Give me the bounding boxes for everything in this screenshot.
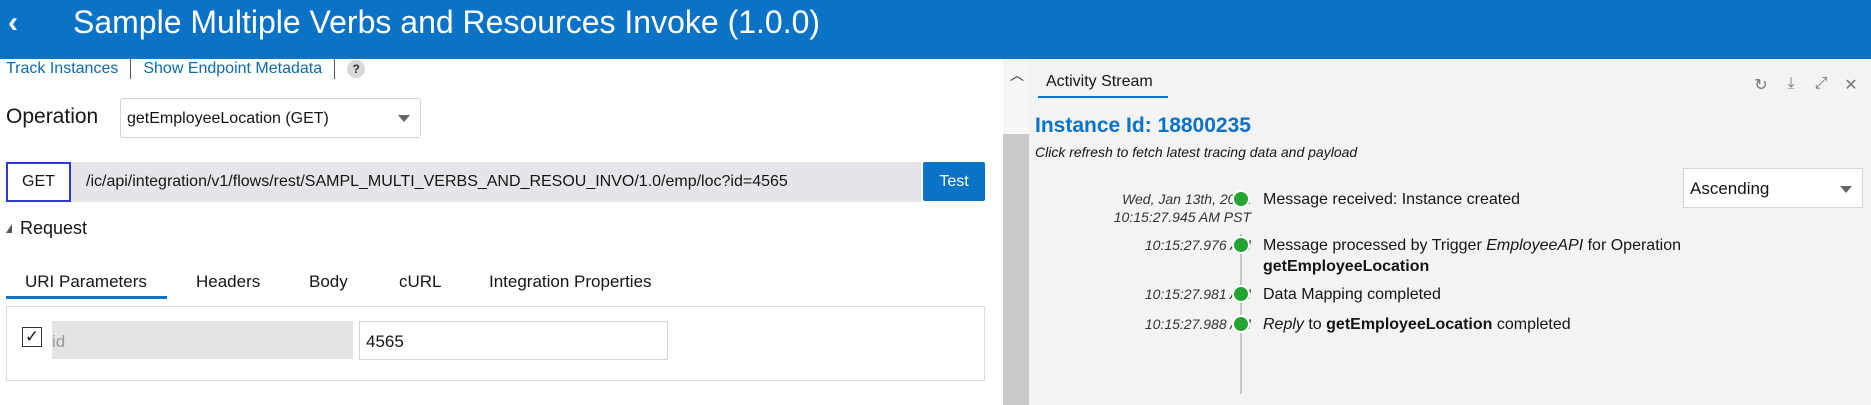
request-url: /ic/api/integration/v1/flows/rest/SAMPL_… xyxy=(86,173,788,190)
tab-activity-stream[interactable]: Activity Stream xyxy=(1046,73,1153,91)
refresh-icon[interactable]: ↻ xyxy=(1751,75,1771,95)
param-checkbox[interactable]: ✓ xyxy=(22,327,42,347)
scrollbar[interactable] xyxy=(1003,134,1029,405)
status-dot-icon xyxy=(1232,285,1250,303)
http-method-button[interactable]: GET xyxy=(6,162,71,202)
tab-integration-properties[interactable]: Integration Properties xyxy=(489,272,652,292)
chevron-left-icon[interactable]: ‹ xyxy=(8,8,28,38)
active-tab-indicator xyxy=(6,296,167,299)
link-bar: Track Instances Show Endpoint Metadata ? xyxy=(6,59,366,79)
chevron-up-icon[interactable]: ︿ xyxy=(1010,65,1024,85)
status-dot-icon xyxy=(1232,190,1250,208)
status-dot-icon xyxy=(1232,236,1250,254)
event-message: Message received: Instance created xyxy=(1263,191,1521,208)
param-name-field: id xyxy=(52,321,353,359)
panel-splitter[interactable]: ︿ xyxy=(1003,59,1029,405)
chevron-down-icon xyxy=(1840,186,1852,193)
request-url-bar: GET /ic/api/integration/v1/flows/rest/SA… xyxy=(6,162,921,202)
sort-selected-value: Ascending xyxy=(1690,179,1770,198)
activity-stream-panel: Activity Stream ↻ ⤓ ⤢ ✕ Instance Id: 188… xyxy=(1029,59,1871,405)
page-header: ‹ Sample Multiple Verbs and Resources In… xyxy=(0,0,1871,59)
status-dot-icon xyxy=(1232,315,1250,333)
tab-headers[interactable]: Headers xyxy=(196,272,260,292)
event-timestamp: Wed, Jan 13th, 2021 10:15:27.945 AM PST xyxy=(1113,191,1251,225)
close-icon[interactable]: ✕ xyxy=(1841,75,1861,95)
request-section-toggle[interactable]: Request xyxy=(6,218,87,239)
operation-selected-value: getEmployeeLocation (GET) xyxy=(127,110,329,127)
help-icon[interactable]: ? xyxy=(347,60,366,78)
instance-title: Instance Id: 18800235 xyxy=(1035,114,1251,137)
tab-uri-parameters[interactable]: URI Parameters xyxy=(25,272,147,292)
operation-select[interactable]: getEmployeeLocation (GET) xyxy=(120,98,421,138)
timeline-line xyxy=(1240,234,1242,394)
download-icon[interactable]: ⤓ xyxy=(1781,75,1801,95)
operation-label: Operation xyxy=(6,105,99,128)
collapse-triangle-icon xyxy=(6,224,12,233)
param-value-field[interactable]: 4565 xyxy=(359,321,668,360)
link-divider xyxy=(334,59,336,79)
request-section-label: Request xyxy=(20,218,88,238)
sort-order-select[interactable]: Ascending xyxy=(1683,168,1863,208)
request-tabs: URI Parameters Headers Body cURL Integra… xyxy=(6,266,986,299)
active-tab-indicator xyxy=(1038,96,1168,98)
event-message: Message processed by Trigger EmployeeAPI… xyxy=(1263,237,1681,275)
link-divider xyxy=(130,59,132,79)
chevron-down-icon xyxy=(398,115,410,122)
event-message: Reply to getEmployeeLocation completed xyxy=(1263,316,1571,333)
uri-parameters-table: ✓ id 4565 xyxy=(6,306,985,381)
page-title: Sample Multiple Verbs and Resources Invo… xyxy=(73,4,821,40)
tab-body[interactable]: Body xyxy=(309,272,348,292)
tab-curl[interactable]: cURL xyxy=(399,272,442,292)
test-button[interactable]: Test xyxy=(923,162,985,201)
activity-toolbar: ↻ ⤓ ⤢ ✕ xyxy=(1751,75,1861,95)
track-instances-link[interactable]: Track Instances xyxy=(6,60,118,78)
show-endpoint-metadata-link[interactable]: Show Endpoint Metadata xyxy=(143,60,322,78)
instance-subtitle: Click refresh to fetch latest tracing da… xyxy=(1035,144,1358,160)
test-panel: Track Instances Show Endpoint Metadata ?… xyxy=(0,59,1000,405)
event-message: Data Mapping completed xyxy=(1263,286,1441,303)
expand-icon[interactable]: ⤢ xyxy=(1811,75,1831,95)
